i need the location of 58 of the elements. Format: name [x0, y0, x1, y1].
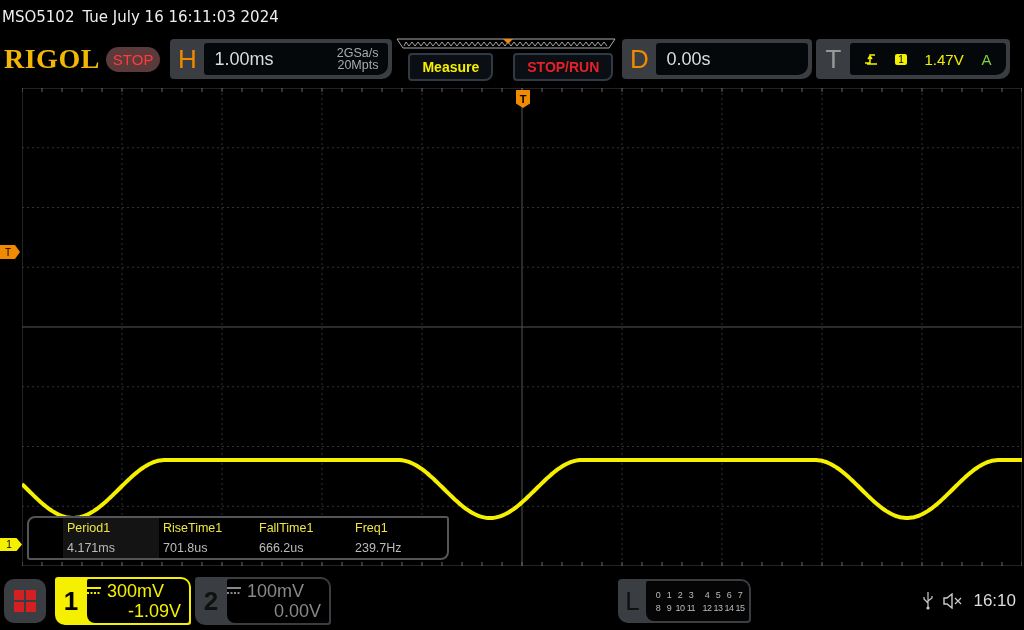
trigger-level: 1.47V — [924, 50, 964, 68]
vertical-offset: 0.00V — [272, 601, 321, 621]
logic-channel-number: 6 — [725, 589, 733, 600]
logic-channel-number: 10 — [674, 602, 686, 613]
memory-depth: 20Mpts — [336, 59, 379, 71]
timebase-value: 1.00ms — [214, 48, 274, 70]
logic-channel-number: 0 — [654, 589, 662, 600]
logic-channel-number: 11 — [685, 602, 697, 613]
channel-number: 1 — [62, 584, 80, 618]
logic-channel-number: 13 — [712, 602, 724, 613]
menu-icon — [14, 590, 36, 612]
vertical-scale: 100mV — [247, 581, 305, 601]
trigger-mode: A — [981, 50, 992, 68]
delay-label: D — [629, 42, 650, 76]
channel-marker[interactable]: 1 — [0, 538, 22, 551]
measurement-name[interactable]: Freq1 — [355, 521, 447, 535]
menu-button[interactable] — [4, 579, 46, 623]
logic-channel-number: 8 — [654, 602, 662, 613]
measurement-name[interactable]: FallTime1 — [259, 521, 351, 535]
measurement-value: 4.171ms — [67, 541, 116, 555]
stop-run-button[interactable]: STOP/RUN — [513, 52, 614, 81]
logic-channel-number: 15 — [734, 602, 746, 613]
date-time: Tue July 16 16:11:03 2024 — [82, 8, 279, 26]
trigger-label: T — [824, 42, 843, 76]
measurement-name[interactable]: Period1 — [67, 521, 159, 535]
vertical-offset: -1.09V — [126, 601, 181, 621]
trigger-source: 1 — [895, 53, 907, 65]
delay-panel[interactable]: D 0.00s — [622, 39, 813, 79]
measure-button[interactable]: Measure — [408, 52, 494, 81]
horizontal-label: H — [177, 42, 198, 76]
logic-channel-number: 12 — [701, 602, 713, 613]
measurement-value: 701.8us — [163, 541, 209, 555]
speaker-muted-icon[interactable] — [943, 593, 964, 609]
logic-channel-number: 5 — [714, 589, 722, 600]
dc-coupling-icon — [87, 587, 101, 595]
logic-channel-number: 3 — [687, 589, 695, 600]
channel-panel[interactable]: 1 300mV -1.09V — [55, 577, 191, 625]
delay-value: 0.00s — [666, 48, 711, 70]
clock: 16:10 — [973, 591, 1016, 611]
trigger-level-marker[interactable]: T — [0, 245, 20, 259]
vertical-scale: 300mV — [107, 581, 165, 601]
logic-channel-number: 4 — [703, 589, 711, 600]
measurement-value: 239.7Hz — [355, 541, 403, 555]
logic-channel-number: 9 — [665, 602, 673, 613]
logic-channel-number: 2 — [676, 589, 684, 600]
brand-logo: RIGOL — [4, 43, 100, 75]
usb-icon — [923, 592, 934, 610]
logic-channel-number: 1 — [665, 589, 673, 600]
trigger-position-marker[interactable]: T — [516, 90, 530, 108]
measurement-value: 666.2us — [259, 541, 305, 555]
logic-channel-number: 7 — [736, 589, 744, 600]
trigger-panel[interactable]: T 1 1.47V A — [816, 39, 1011, 79]
dc-coupling-icon — [227, 587, 241, 595]
logic-channel-number: 14 — [723, 602, 735, 613]
sample-rate: 2GSa/s — [336, 47, 379, 59]
model-name: MSO5102 — [2, 8, 75, 26]
measurement-name[interactable]: RiseTime1 — [163, 521, 255, 535]
horizontal-panel[interactable]: H 1.00ms 2GSa/s 20Mpts — [170, 39, 393, 79]
